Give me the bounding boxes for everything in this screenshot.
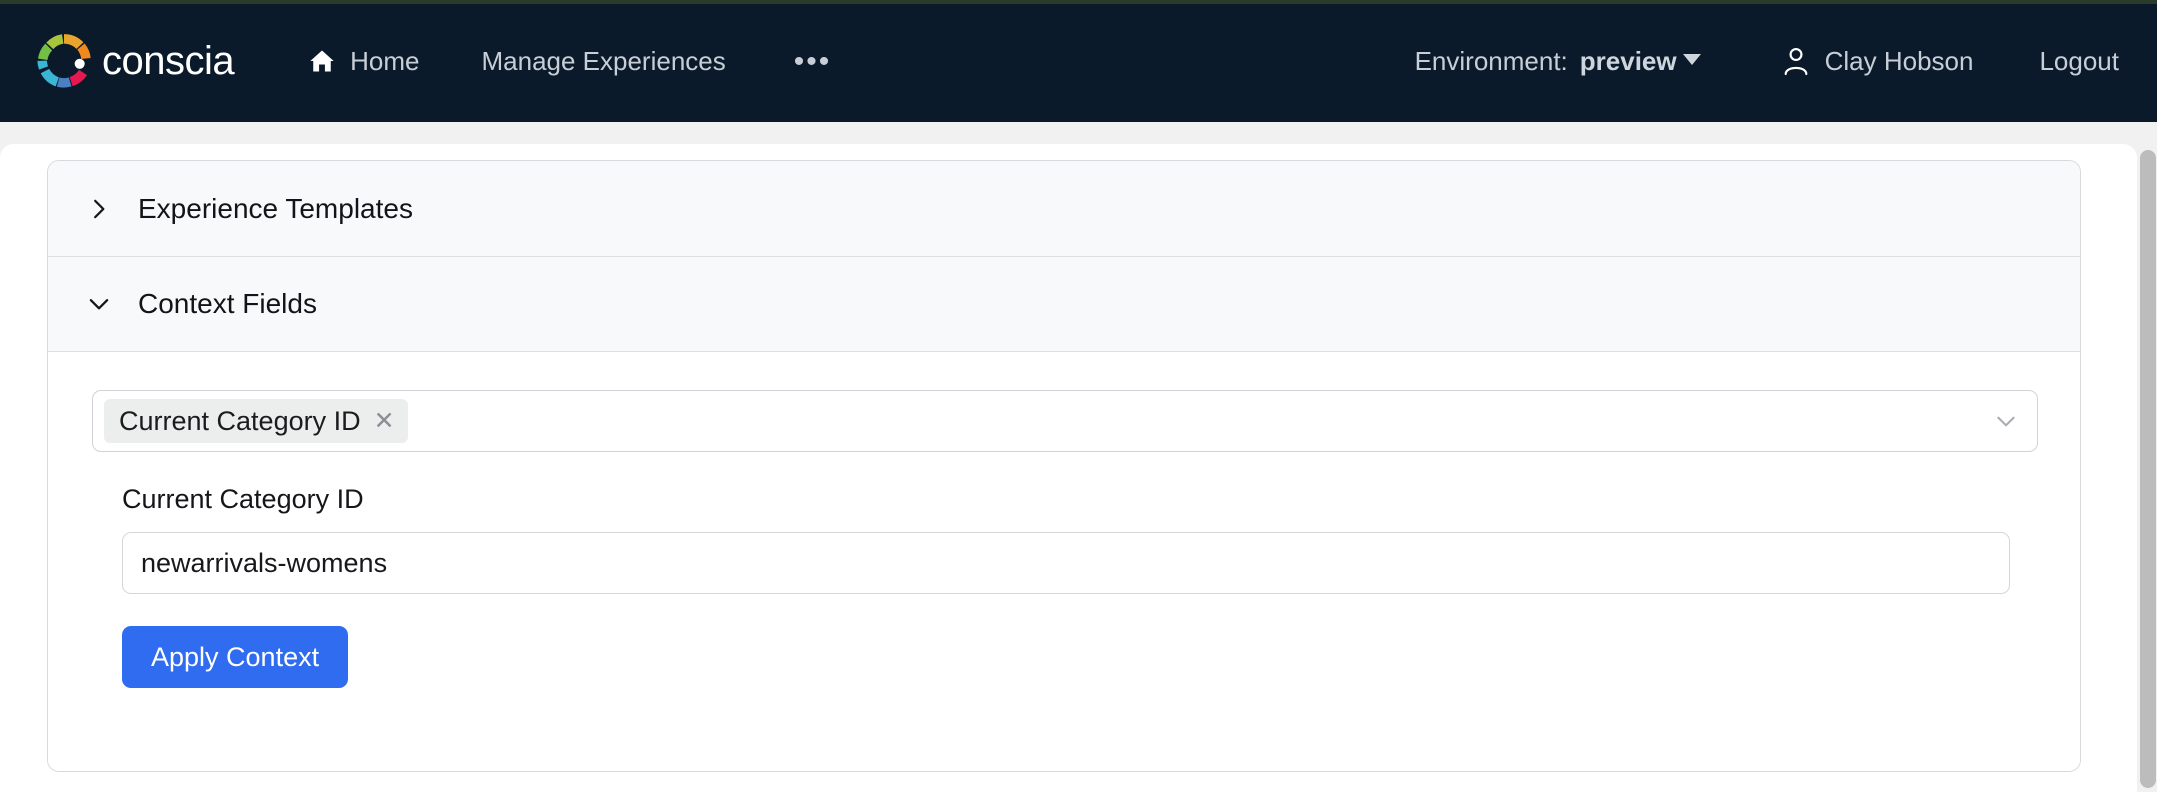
- caret-down-icon: [1682, 53, 1701, 65]
- primary-navigation: Home Manage Experiences •••: [308, 36, 837, 87]
- nav-item-manage-experiences-label: Manage Experiences: [481, 45, 726, 76]
- accordion-header-context-fields[interactable]: Context Fields: [48, 256, 2080, 351]
- current-category-id-field-group: Current Category ID Apply Context: [92, 486, 2036, 688]
- accordion-body-context-fields: Current Category ID ✕ Current Category I…: [48, 351, 2080, 771]
- brand-name: conscia: [102, 39, 235, 83]
- nav-item-home-label: Home: [350, 45, 420, 76]
- selected-field-chip[interactable]: Current Category ID ✕: [104, 399, 408, 443]
- accordion-card: Experience Templates Context Fields Curr…: [47, 160, 2081, 772]
- topbar-accent-stripe: [0, 0, 2157, 4]
- conscia-color-wheel-logo-icon: [37, 34, 91, 88]
- current-category-id-input[interactable]: [122, 532, 2010, 594]
- vertical-scrollbar-track[interactable]: [2137, 122, 2157, 792]
- top-navigation-bar: conscia Home Manage Experiences ••• Envi…: [0, 0, 2157, 122]
- context-fields-multiselect[interactable]: Current Category ID ✕: [92, 390, 2038, 452]
- nav-more-menu-button[interactable]: •••: [788, 44, 838, 79]
- accordion-header-experience-templates[interactable]: Experience Templates: [48, 161, 2080, 256]
- accordion-title-context-fields: Context Fields: [138, 288, 317, 319]
- chevron-down-icon[interactable]: [1993, 408, 2019, 434]
- environment-label: Environment:: [1414, 45, 1568, 76]
- home-icon: [310, 50, 334, 72]
- selected-field-chip-label: Current Category ID: [119, 405, 361, 436]
- apply-context-button[interactable]: Apply Context: [122, 626, 349, 688]
- nav-item-home[interactable]: Home: [308, 36, 419, 87]
- vertical-scrollbar-thumb[interactable]: [2140, 150, 2156, 788]
- chevron-down-icon: [89, 299, 109, 310]
- logout-button[interactable]: Logout: [2039, 46, 2119, 77]
- close-x-icon[interactable]: ✕: [374, 408, 395, 434]
- nav-item-manage-experiences[interactable]: Manage Experiences: [481, 36, 725, 87]
- environment-value-text: preview: [1579, 45, 1677, 76]
- environment-value: preview: [1580, 46, 1701, 77]
- secondary-navigation: Environment: preview Clay Hobson Logout: [1415, 46, 2119, 77]
- user-menu[interactable]: Clay Hobson: [1783, 45, 1974, 77]
- user-name: Clay Hobson: [1824, 45, 1974, 76]
- user-icon: [1784, 48, 1807, 76]
- brand-logo[interactable]: conscia: [36, 33, 235, 89]
- environment-selector[interactable]: Environment: preview: [1415, 46, 1701, 77]
- current-category-id-label: Current Category ID: [122, 484, 364, 514]
- chevron-right-icon: [94, 199, 105, 218]
- accordion-title-experience-templates: Experience Templates: [138, 192, 413, 224]
